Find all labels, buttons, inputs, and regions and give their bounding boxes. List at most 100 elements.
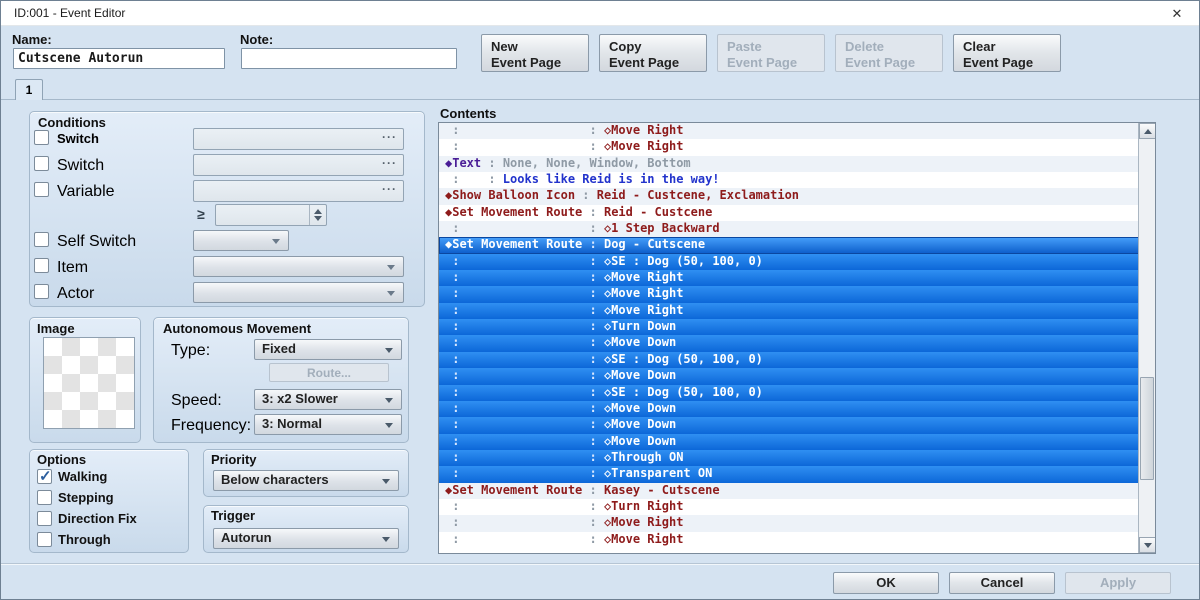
event-command-row[interactable]: : : ◇Move Down: [439, 434, 1140, 450]
event-command-row[interactable]: : : ◇1 Step Backward: [439, 221, 1140, 237]
event-command-row[interactable]: : : ◇Move Down: [439, 335, 1140, 351]
checkbox[interactable]: [37, 469, 52, 484]
variable-checkbox[interactable]: [34, 182, 49, 197]
clear-event-page-button[interactable]: ClearEvent Page: [953, 34, 1061, 72]
delete-event-page-button[interactable]: DeleteEvent Page: [835, 34, 943, 72]
actor-label: Actor: [57, 285, 94, 303]
tab-strip-line: [1, 99, 1199, 100]
variable-field[interactable]: ···: [193, 180, 404, 202]
window-title: ID:001 - Event Editor: [14, 6, 125, 20]
item-checkbox[interactable]: [34, 258, 49, 273]
actor-checkbox[interactable]: [34, 284, 49, 299]
event-command-row[interactable]: ◆Text : None, None, Window, Bottom: [439, 156, 1140, 172]
autonomous-title: Autonomous Movement: [163, 321, 311, 336]
scroll-up-button[interactable]: [1139, 123, 1156, 139]
speed-label: Speed:: [171, 392, 222, 410]
type-label: Type:: [171, 342, 210, 360]
option-label: Through: [58, 532, 111, 547]
event-command-row[interactable]: : : ◇Move Right: [439, 303, 1140, 319]
cancel-button[interactable]: Cancel: [949, 572, 1055, 594]
switch1-field[interactable]: ···: [193, 128, 404, 150]
contents-list[interactable]: : : ◇Move Right : : ◇Move Right◆Text : N…: [438, 122, 1156, 554]
image-title: Image: [37, 321, 75, 336]
switch2-checkbox[interactable]: [34, 156, 49, 171]
scroll-down-button[interactable]: [1139, 537, 1156, 553]
priority-dropdown[interactable]: Below characters: [213, 470, 399, 491]
footer-separator: [1, 563, 1199, 565]
switch1-label: Switch: [57, 131, 99, 146]
switch1-checkbox[interactable]: [34, 130, 49, 145]
event-command-row[interactable]: : : ◇Turn Right: [439, 499, 1140, 515]
event-command-row[interactable]: : : ◇Move Right: [439, 139, 1140, 155]
new-event-page-button[interactable]: NewEvent Page: [481, 34, 589, 72]
scrollbar-thumb[interactable]: [1140, 377, 1154, 480]
event-command-row[interactable]: ◆Set Movement Route : Dog - Cutscene: [439, 237, 1140, 253]
option-walking[interactable]: Walking: [37, 468, 189, 488]
self-switch-label: Self Switch: [57, 233, 136, 251]
event-editor-dialog: ID:001 - Event Editor ✕ Name: Note: NewE…: [0, 0, 1200, 600]
event-command-row[interactable]: : : ◇Turn Down: [439, 319, 1140, 335]
gte-symbol: ≥: [197, 206, 205, 222]
variable-label: Variable: [57, 183, 115, 201]
speed-dropdown[interactable]: 3: x2 Slower: [254, 389, 402, 410]
options-title: Options: [37, 452, 86, 467]
event-command-row[interactable]: : : ◇Move Right: [439, 515, 1140, 531]
title-bar: ID:001 - Event Editor ✕: [1, 1, 1199, 26]
options-list: Walking Stepping Direction Fix Through: [29, 468, 189, 552]
item-dropdown[interactable]: [193, 256, 404, 277]
option-stepping[interactable]: Stepping: [37, 489, 189, 509]
checkbox[interactable]: [37, 490, 52, 505]
priority-title: Priority: [211, 452, 257, 467]
event-command-row[interactable]: : : ◇Move Down: [439, 401, 1140, 417]
checkbox[interactable]: [37, 511, 52, 526]
option-label: Walking: [58, 469, 107, 484]
event-image-placeholder[interactable]: [43, 337, 135, 429]
scroll-down-icon: [1144, 543, 1152, 548]
close-icon[interactable]: ✕: [1165, 4, 1189, 23]
event-command-row[interactable]: : : ◇Transparent ON: [439, 466, 1140, 482]
ok-button[interactable]: OK: [833, 572, 939, 594]
event-command-row[interactable]: : : ◇Move Right: [439, 270, 1140, 286]
scroll-up-icon: [1144, 129, 1152, 134]
paste-event-page-button[interactable]: PasteEvent Page: [717, 34, 825, 72]
event-command-row[interactable]: : : ◇Through ON: [439, 450, 1140, 466]
event-command-row[interactable]: ◆Set Movement Route : Kasey - Cutscene: [439, 483, 1140, 499]
conditions-title: Conditions: [38, 115, 106, 130]
trigger-dropdown[interactable]: Autorun: [213, 528, 399, 549]
spinner-up-icon[interactable]: [314, 209, 322, 214]
copy-event-page-button[interactable]: CopyEvent Page: [599, 34, 707, 72]
name-label: Name:: [12, 32, 52, 47]
event-command-row[interactable]: : : ◇SE : Dog (50, 100, 0): [439, 385, 1140, 401]
self-switch-checkbox[interactable]: [34, 232, 49, 247]
apply-button[interactable]: Apply: [1065, 572, 1171, 594]
event-command-row[interactable]: : : ◇Move Right: [439, 286, 1140, 302]
scrollbar[interactable]: [1138, 123, 1155, 553]
option-through[interactable]: Through: [37, 531, 189, 551]
event-command-row[interactable]: : : ◇Move Right: [439, 123, 1140, 139]
actor-dropdown[interactable]: [193, 282, 404, 303]
type-dropdown[interactable]: Fixed: [254, 339, 402, 360]
note-input[interactable]: [241, 48, 457, 69]
variable-value-spinner[interactable]: [215, 204, 327, 226]
event-command-row[interactable]: ◆Show Balloon Icon : Reid - Custcene, Ex…: [439, 188, 1140, 204]
contents-title: Contents: [440, 106, 496, 121]
frequency-dropdown[interactable]: 3: Normal: [254, 414, 402, 435]
switch2-label: Switch: [57, 157, 104, 175]
checkbox[interactable]: [37, 532, 52, 547]
event-command-row[interactable]: : : Looks like Reid is in the way!: [439, 172, 1140, 188]
name-input[interactable]: [13, 48, 225, 69]
spinner-down-icon[interactable]: [314, 216, 322, 221]
event-command-row[interactable]: : : ◇SE : Dog (50, 100, 0): [439, 254, 1140, 270]
self-switch-dropdown[interactable]: [193, 230, 289, 251]
option-direction-fix[interactable]: Direction Fix: [37, 510, 189, 530]
event-command-row[interactable]: : : ◇SE : Dog (50, 100, 0): [439, 352, 1140, 368]
event-command-row[interactable]: : : ◇Move Right: [439, 532, 1140, 548]
event-command-row[interactable]: : : ◇Move Down: [439, 417, 1140, 433]
option-label: Direction Fix: [58, 511, 137, 526]
event-command-row[interactable]: ◆Set Movement Route : Reid - Custcene: [439, 205, 1140, 221]
event-command-row[interactable]: : : ◇Move Down: [439, 368, 1140, 384]
tab-page-1[interactable]: 1: [15, 79, 43, 100]
route-button[interactable]: Route...: [269, 363, 389, 382]
switch2-field[interactable]: ···: [193, 154, 404, 176]
item-label: Item: [57, 259, 88, 277]
